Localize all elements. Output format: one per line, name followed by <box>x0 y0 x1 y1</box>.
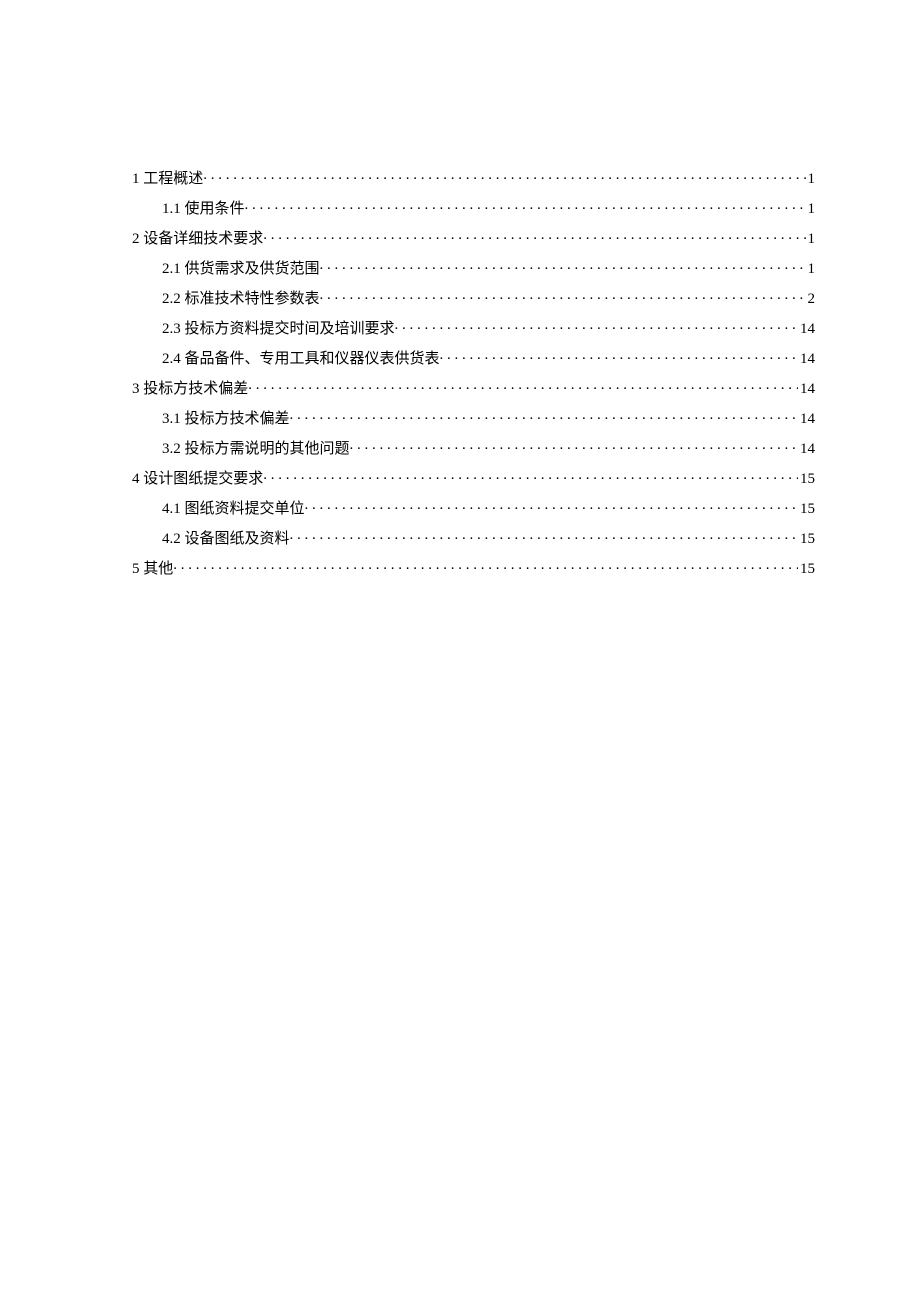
toc-entry: 4.2 设备图纸及资料 15 <box>132 528 815 547</box>
toc-entry: 2.3 投标方资料提交时间及培训要求 14 <box>132 318 815 337</box>
toc-entry: 2.2 标准技术特性参数表 2 <box>132 288 815 307</box>
toc-leader-dots <box>263 468 798 483</box>
toc-entry: 2.4 备品备件、专用工具和仪器仪表供货表 14 <box>132 348 815 367</box>
toc-label: 3.2 投标方需说明的其他问题 <box>162 442 350 457</box>
toc-label: 2.1 供货需求及供货范围 <box>162 262 320 277</box>
toc-page-number: 15 <box>798 562 815 577</box>
toc-page-number: 1 <box>806 202 816 217</box>
toc-leader-dots <box>290 528 798 543</box>
toc-entry: 3.2 投标方需说明的其他问题 14 <box>132 438 815 457</box>
toc-entry: 5 其他 15 <box>132 558 815 577</box>
toc-label: 4.2 设备图纸及资料 <box>162 532 290 547</box>
toc-entry: 1 工程概述 1 <box>132 168 815 187</box>
toc-page-number: 14 <box>798 322 815 337</box>
toc-entry: 2 设备详细技术要求 1 <box>132 228 815 247</box>
toc-page-number: 15 <box>798 532 815 547</box>
toc-entry: 3 投标方技术偏差 14 <box>132 378 815 397</box>
toc-leader-dots <box>395 318 798 333</box>
toc-page-number: 14 <box>798 382 815 397</box>
toc-page-number: 2 <box>806 292 816 307</box>
toc-entry: 4 设计图纸提交要求 15 <box>132 468 815 487</box>
toc-label: 1 工程概述 <box>132 172 203 187</box>
toc-leader-dots <box>320 288 806 303</box>
toc-leader-dots <box>305 498 798 513</box>
toc-leader-dots <box>203 168 805 183</box>
toc-leader-dots <box>290 408 798 423</box>
toc-page-number: 1 <box>806 262 816 277</box>
toc-page-number: 15 <box>798 502 815 517</box>
toc-leader-dots <box>245 198 806 213</box>
toc-page-number: 14 <box>798 352 815 367</box>
toc-label: 2.2 标准技术特性参数表 <box>162 292 320 307</box>
toc-label: 3.1 投标方技术偏差 <box>162 412 290 427</box>
toc-leader-dots <box>350 438 798 453</box>
toc-label: 2 设备详细技术要求 <box>132 232 263 247</box>
toc-entry: 4.1 图纸资料提交单位 15 <box>132 498 815 517</box>
toc-entry: 3.1 投标方技术偏差 14 <box>132 408 815 427</box>
toc-entry: 2.1 供货需求及供货范围 1 <box>132 258 815 277</box>
toc-label: 1.1 使用条件 <box>162 202 245 217</box>
toc-label: 2.3 投标方资料提交时间及培训要求 <box>162 322 395 337</box>
toc-label: 4.1 图纸资料提交单位 <box>162 502 305 517</box>
toc-leader-dots <box>440 348 798 363</box>
toc-label: 2.4 备品备件、专用工具和仪器仪表供货表 <box>162 352 440 367</box>
toc-leader-dots <box>320 258 806 273</box>
toc-page-number: 14 <box>798 442 815 457</box>
toc-page-number: 1 <box>806 172 816 187</box>
toc-page-number: 15 <box>798 472 815 487</box>
toc-leader-dots <box>173 558 798 573</box>
toc-page-number: 14 <box>798 412 815 427</box>
toc-label: 4 设计图纸提交要求 <box>132 472 263 487</box>
toc-leader-dots <box>263 228 805 243</box>
toc-label: 3 投标方技术偏差 <box>132 382 248 397</box>
toc-entry: 1.1 使用条件 1 <box>132 198 815 217</box>
toc-label: 5 其他 <box>132 562 173 577</box>
table-of-contents: 1 工程概述11.1 使用条件12 设备详细技术要求12.1 供货需求及供货范围… <box>132 168 815 577</box>
toc-page-number: 1 <box>806 232 816 247</box>
toc-leader-dots <box>248 378 798 393</box>
